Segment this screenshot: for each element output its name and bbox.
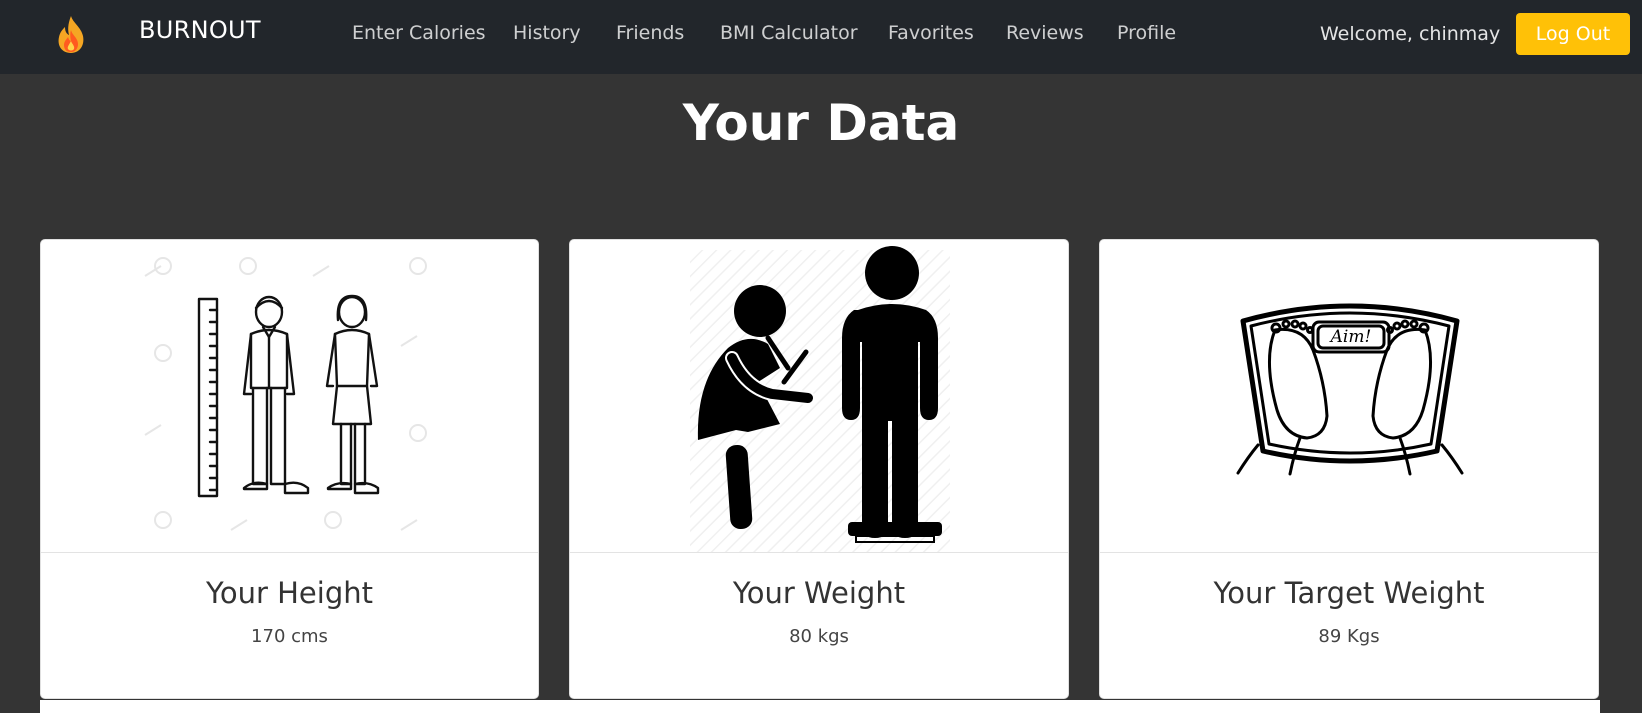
welcome-text: Welcome, chinmay <box>1320 23 1501 45</box>
weight-value: 80 kgs <box>789 626 849 647</box>
target-weight-card: Aim! Your Target Weight 89 Kgs <box>1099 239 1599 699</box>
flame-icon[interactable] <box>54 14 88 54</box>
weight-card: Your Weight 80 kgs <box>569 239 1069 699</box>
nav-reviews[interactable]: Reviews <box>1006 22 1084 44</box>
height-value: 170 cms <box>251 626 328 647</box>
weight-measurement-icon <box>570 240 1068 553</box>
height-chart-icon <box>41 240 538 553</box>
height-title: Your Height <box>206 576 373 610</box>
brand-name[interactable]: BURNOUT <box>139 16 261 44</box>
page-title: Your Data <box>682 94 960 152</box>
target-weight-value: 89 Kgs <box>1318 626 1380 647</box>
nav-favorites[interactable]: Favorites <box>888 22 974 44</box>
nav-bmi-calculator[interactable]: BMI Calculator <box>720 22 858 44</box>
svg-text:Aim!: Aim! <box>1329 327 1372 347</box>
navbar: BURNOUT Enter Calories History Friends B… <box>0 0 1642 74</box>
nav-friends[interactable]: Friends <box>616 22 684 44</box>
nav-profile[interactable]: Profile <box>1117 22 1176 44</box>
nav-enter-calories[interactable]: Enter Calories <box>352 22 486 44</box>
weight-title: Your Weight <box>732 576 906 610</box>
nav-history[interactable]: History <box>513 22 581 44</box>
bathroom-scale-icon: Aim! <box>1100 240 1598 553</box>
logout-button[interactable]: Log Out <box>1516 13 1630 55</box>
height-card: Your Height 170 cms <box>40 239 539 699</box>
target-weight-title: Your Target Weight <box>1213 576 1485 610</box>
next-section-card-edge <box>40 700 1600 713</box>
